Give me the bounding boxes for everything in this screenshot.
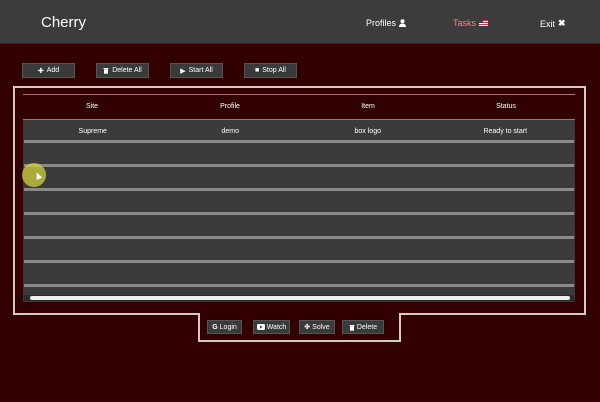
nav-exit[interactable]: Exit ✖ (540, 18, 566, 29)
solve-button[interactable]: ✤ Solve (299, 320, 335, 334)
nav-tasks-label: Tasks (453, 18, 477, 28)
delete-button[interactable]: Delete (342, 320, 384, 334)
nav-profiles[interactable]: Profiles (366, 18, 407, 28)
cell-status: Ready to start (483, 128, 528, 135)
app-brand: Cherry (41, 14, 87, 31)
column-header-status: Status (496, 103, 516, 110)
table-row-empty (24, 218, 574, 239)
tasks-table: Site Profile Item Status Supreme demo bo… (23, 94, 575, 302)
table-row-empty (24, 170, 574, 191)
column-header-site: Site (85, 103, 99, 110)
top-navbar: Cherry Profiles Tasks Exit ✖ (0, 0, 600, 44)
trash-icon (349, 324, 355, 331)
login-button[interactable]: G Login (207, 320, 242, 334)
cell-item: box logo (354, 128, 381, 135)
nav-exit-label: Exit (540, 18, 556, 29)
add-button[interactable]: ✚ Add (22, 63, 75, 78)
column-header-profile: Profile (220, 103, 240, 110)
puzzle-icon: ✤ (304, 324, 311, 331)
table-header: Site Profile Item Status (23, 94, 575, 120)
watch-button[interactable]: Watch (253, 320, 290, 334)
plus-icon: ✚ (37, 67, 44, 75)
cell-site: Supreme (78, 128, 107, 135)
play-icon: ▶ (180, 67, 186, 75)
stop-all-button[interactable]: ■ Stop All (244, 63, 297, 78)
stop-all-button-label: Stop All (262, 67, 286, 74)
delete-all-button[interactable]: Delete All (96, 63, 149, 78)
add-button-label: Add (46, 67, 60, 74)
cell-profile: demo (221, 128, 239, 135)
close-icon: ✖ (558, 18, 566, 28)
user-icon (399, 19, 407, 27)
solve-button-label: Solve (312, 323, 330, 331)
nav-tasks[interactable]: Tasks (453, 18, 489, 28)
stop-icon: ■ (255, 67, 260, 74)
table-row-empty (24, 146, 574, 167)
login-button-label: Login (219, 323, 237, 331)
delete-all-button-label: Delete All (112, 67, 142, 74)
table-row-empty (24, 194, 574, 215)
google-icon: G (212, 323, 218, 331)
table-row[interactable]: Supreme demo box logo Ready to start (24, 122, 574, 143)
column-header-item: Item (361, 103, 375, 110)
horizontal-scrollbar[interactable] (24, 295, 574, 301)
table-row-empty (24, 266, 574, 287)
trash-icon (103, 68, 109, 74)
start-all-button[interactable]: ▶ Start All (170, 63, 223, 78)
us-flag-icon (479, 20, 489, 26)
start-all-button-label: Start All (188, 67, 213, 74)
youtube-icon (256, 324, 265, 330)
watch-button-label: Watch (266, 323, 287, 331)
scrollbar-thumb[interactable] (30, 296, 570, 300)
table-row-empty (24, 242, 574, 263)
nav-profiles-label: Profiles (366, 18, 397, 28)
delete-button-label: Delete (356, 323, 378, 331)
